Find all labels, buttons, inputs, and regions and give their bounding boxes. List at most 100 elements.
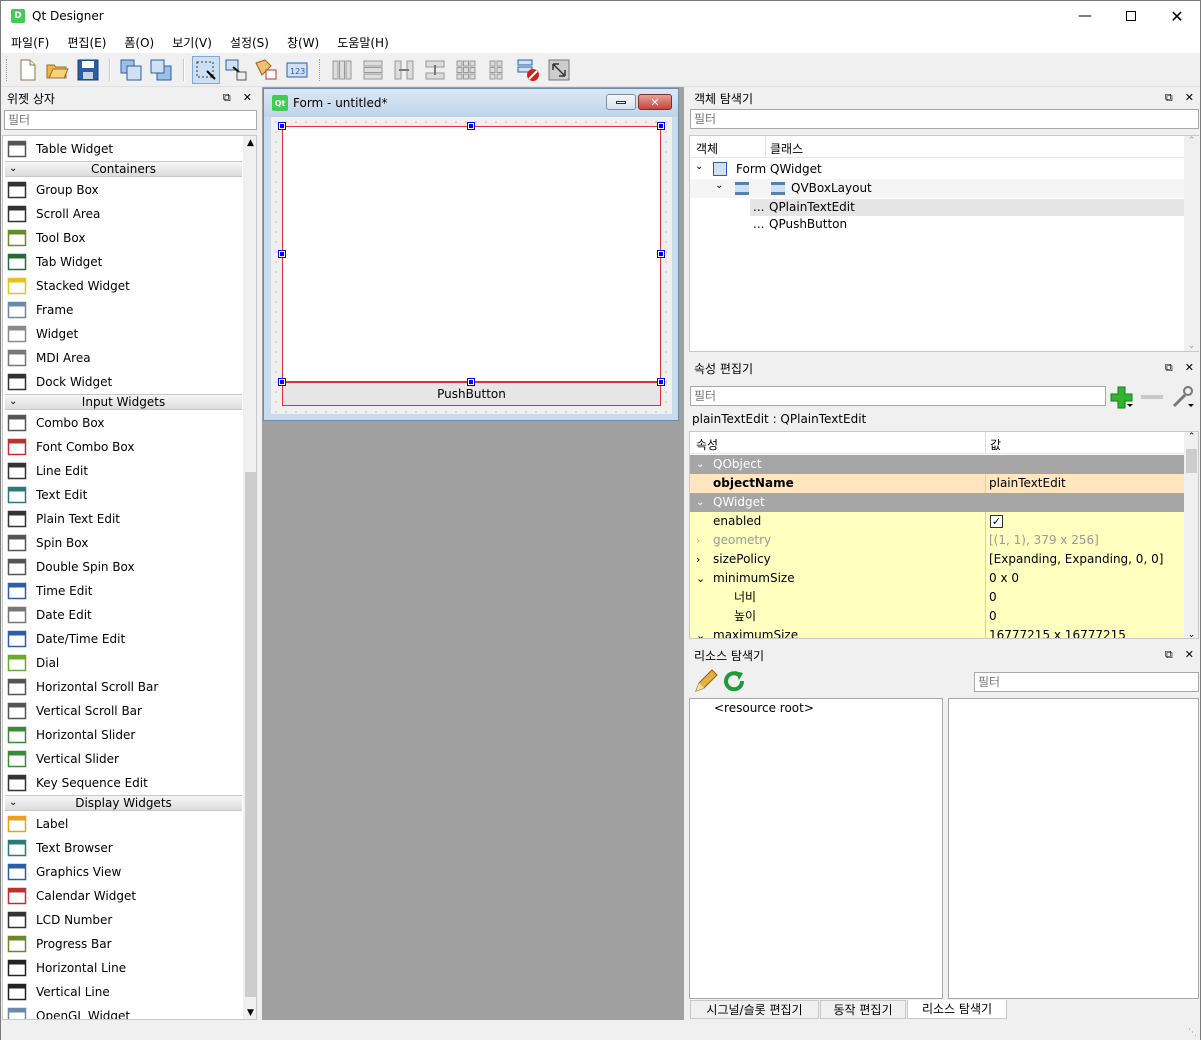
resize-handle[interactable]: [278, 122, 286, 130]
widget-item[interactable]: Stacked Widget: [7, 274, 242, 298]
menu-form[interactable]: 폼(O): [114, 34, 162, 51]
property-row[interactable]: objectName plainTextEdit: [690, 474, 1184, 493]
property-row[interactable]: enabled ✓: [690, 512, 1184, 531]
resize-handle[interactable]: [467, 122, 475, 130]
scroll-down-icon[interactable]: ⌄: [1184, 341, 1199, 351]
remove-property-icon[interactable]: [1140, 386, 1164, 408]
scroll-thumb[interactable]: [245, 472, 256, 997]
float-icon[interactable]: ⧉: [1165, 361, 1173, 375]
configure-icon[interactable]: [1170, 384, 1196, 410]
close-icon[interactable]: ✕: [1185, 361, 1194, 375]
layout-horizontal-splitter-icon[interactable]: [391, 57, 417, 83]
layout-horizontal-icon[interactable]: [329, 57, 355, 83]
property-value[interactable]: 0: [989, 588, 997, 607]
property-row[interactable]: 너비 0: [690, 588, 1184, 607]
property-row[interactable]: › sizePolicy [Expanding, Expanding, 0, 0]: [690, 550, 1184, 569]
close-icon[interactable]: ✕: [243, 91, 252, 105]
widget-item[interactable]: Text Browser: [7, 836, 242, 860]
edit-resources-icon[interactable]: [692, 669, 718, 695]
menu-edit[interactable]: 편집(E): [57, 34, 114, 51]
resize-handle[interactable]: [657, 250, 665, 258]
collapse-icon[interactable]: ⌄: [696, 455, 704, 474]
widget-item[interactable]: Combo Box: [7, 411, 242, 435]
close-icon[interactable]: ✕: [1185, 91, 1194, 105]
widget-item[interactable]: Dock Widget: [7, 370, 242, 394]
expand-icon[interactable]: ⌄: [696, 626, 705, 638]
widget-item[interactable]: Vertical Slider: [7, 747, 242, 771]
close-button[interactable]: ✕: [1154, 1, 1200, 31]
widget-item[interactable]: Tab Widget: [7, 250, 242, 274]
widget-box-filter[interactable]: 필터: [4, 110, 257, 130]
property-value[interactable]: 0: [989, 607, 997, 626]
layout-vertical-splitter-icon[interactable]: [422, 57, 448, 83]
close-icon[interactable]: ✕: [1185, 648, 1194, 662]
column-class[interactable]: 클래스: [770, 140, 803, 157]
widget-item[interactable]: Spin Box: [7, 531, 242, 555]
float-icon[interactable]: ⧉: [1165, 91, 1173, 105]
resize-handle[interactable]: [278, 378, 286, 386]
property-row[interactable]: ⌄ minimumSize 0 x 0: [690, 569, 1184, 588]
widget-item[interactable]: Horizontal Line: [7, 956, 242, 980]
widget-item[interactable]: Horizontal Slider: [7, 723, 242, 747]
edit-tab-order-icon[interactable]: 123: [284, 57, 310, 83]
resize-handle[interactable]: [278, 250, 286, 258]
object-tree-scrollbar[interactable]: ⌃ ⌄: [1184, 136, 1199, 351]
expand-icon[interactable]: ⌄: [695, 161, 703, 172]
menu-view[interactable]: 보기(V): [162, 34, 220, 51]
category-header[interactable]: ⌄ Input Widgets: [5, 394, 242, 410]
widget-item[interactable]: Scroll Area: [7, 202, 242, 226]
resize-handle[interactable]: [657, 378, 665, 386]
widget-item[interactable]: Date/Time Edit: [7, 627, 242, 651]
collapse-icon[interactable]: ⌄: [9, 796, 17, 810]
edit-widgets-icon[interactable]: [192, 56, 220, 84]
widget-item[interactable]: Double Spin Box: [7, 555, 242, 579]
collapse-icon[interactable]: ⌄: [696, 493, 704, 512]
collapse-icon[interactable]: ⌄: [9, 162, 17, 176]
object-inspector-filter[interactable]: 필터: [690, 109, 1199, 129]
tree-row-layout[interactable]: ⌄ QVBoxLayout: [690, 179, 1184, 198]
new-file-icon[interactable]: [14, 57, 40, 83]
open-folder-icon[interactable]: [44, 57, 70, 83]
widget-item[interactable]: OpenGL Widget: [7, 1004, 242, 1019]
widget-item[interactable]: Time Edit: [7, 579, 242, 603]
save-icon[interactable]: [75, 57, 101, 83]
widget-item[interactable]: Label: [7, 812, 242, 836]
widget-item[interactable]: Dial: [7, 651, 242, 675]
widget-item[interactable]: Widget: [7, 322, 242, 346]
widget-item[interactable]: LCD Number: [7, 908, 242, 932]
category-header[interactable]: ⌄ Display Widgets: [5, 795, 242, 811]
widget-item[interactable]: Group Box: [7, 178, 242, 202]
form-close-button[interactable]: ✕: [638, 94, 672, 110]
menu-help[interactable]: 도움말(H): [327, 34, 397, 51]
property-filter[interactable]: 필터: [690, 386, 1106, 406]
scroll-down-icon[interactable]: ▼: [243, 1006, 256, 1019]
scroll-thumb[interactable]: [1186, 449, 1197, 473]
form-minimize-button[interactable]: [606, 94, 636, 110]
widget-item[interactable]: Vertical Line: [7, 980, 242, 1004]
property-row[interactable]: › geometry [(1, 1), 379 x 256]: [690, 531, 1184, 550]
column-property[interactable]: 속성: [696, 436, 718, 453]
widget-item[interactable]: Plain Text Edit: [7, 507, 242, 531]
property-value[interactable]: [(1, 1), 379 x 256]: [989, 531, 1099, 550]
property-row[interactable]: 높이 0: [690, 607, 1184, 626]
widget-item[interactable]: Text Edit: [7, 483, 242, 507]
tab-signal-slot-editor[interactable]: 시그널/슬롯 편집기: [690, 1000, 819, 1019]
column-object[interactable]: 객체: [696, 140, 718, 157]
minimize-button[interactable]: —: [1062, 1, 1108, 31]
resize-handle[interactable]: [467, 378, 475, 386]
tree-row-pushbutton[interactable]: ... QPushButton: [750, 216, 1184, 233]
property-group[interactable]: ⌄ QWidget: [690, 493, 1184, 512]
layout-form-icon[interactable]: [484, 57, 510, 83]
widget-item[interactable]: Line Edit: [7, 459, 242, 483]
maximize-button[interactable]: [1108, 1, 1154, 31]
break-layout-icon[interactable]: [515, 57, 541, 83]
enabled-checkbox[interactable]: ✓: [990, 515, 1003, 528]
widget-box-scrollbar[interactable]: ▲ ▼: [243, 136, 256, 1019]
form-title-bar[interactable]: Qt Form - untitled* ✕: [264, 89, 678, 117]
widget-item[interactable]: Graphics View: [7, 860, 242, 884]
tree-row-form[interactable]: ⌄ Form QWidget: [690, 160, 1184, 178]
tab-resource-browser[interactable]: 리소스 탐색기: [907, 1000, 1007, 1019]
float-icon[interactable]: ⧉: [223, 91, 231, 105]
widget-item[interactable]: Frame: [7, 298, 242, 322]
scroll-up-icon[interactable]: ⌃: [1184, 136, 1199, 146]
